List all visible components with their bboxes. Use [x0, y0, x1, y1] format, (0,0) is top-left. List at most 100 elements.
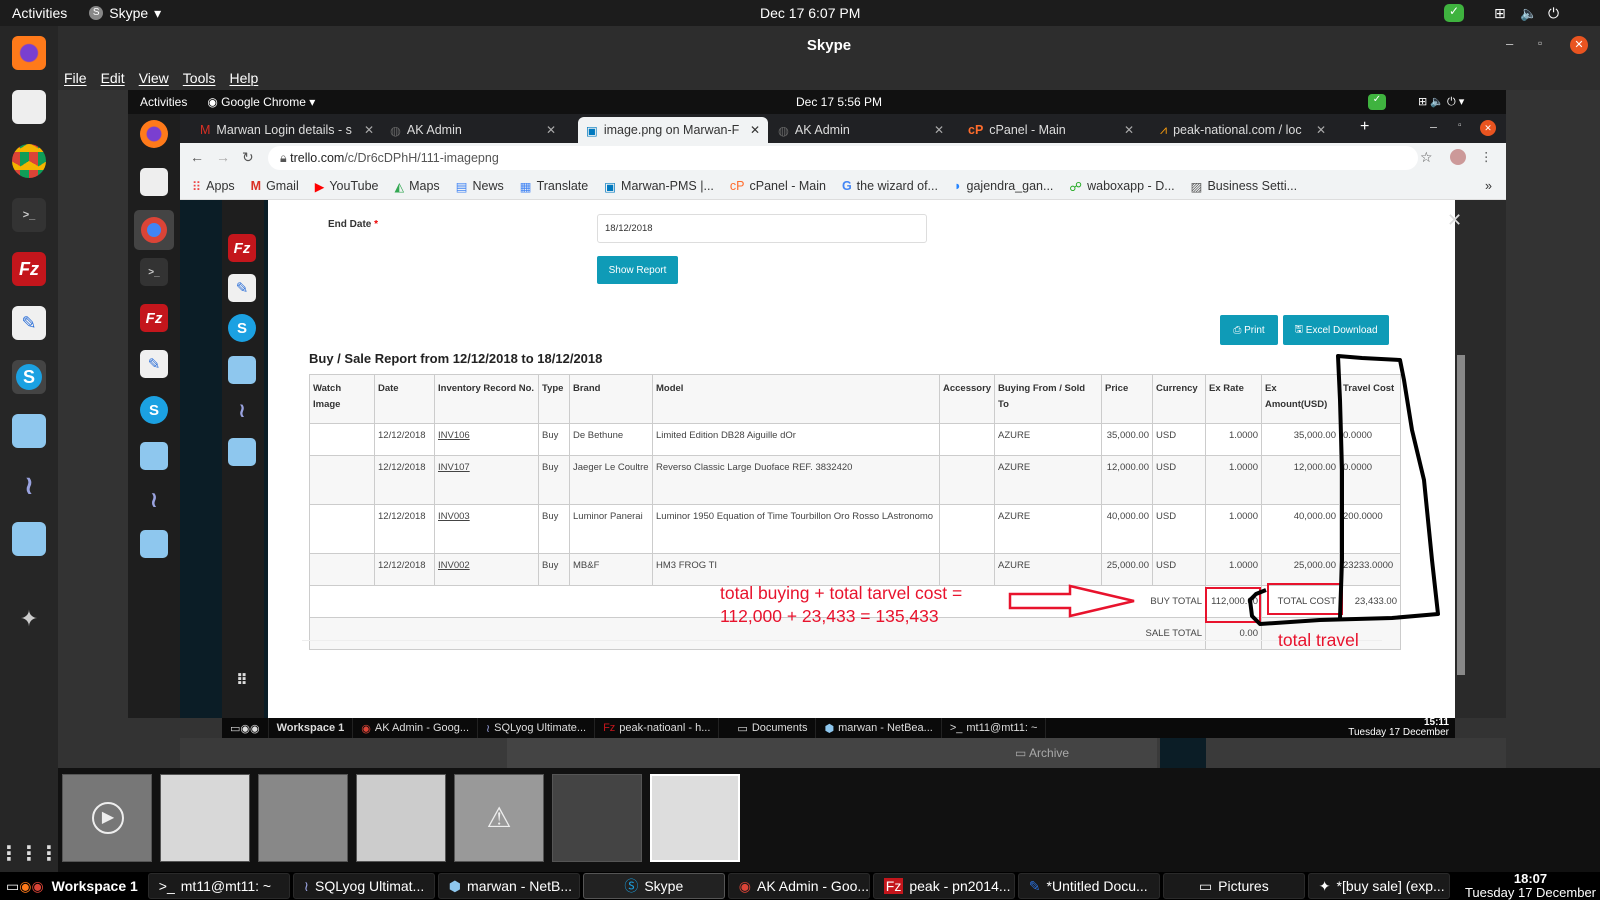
- launcher-icons[interactable]: ▭◉◉: [6, 878, 44, 895]
- activities-button[interactable]: Activities: [12, 5, 67, 21]
- app-menu[interactable]: S Skype ▾: [89, 5, 161, 22]
- bookmark-business[interactable]: ▨ Business Setti...: [1191, 179, 1297, 194]
- tab[interactable]: ◍ AK Admin ✕: [382, 117, 564, 143]
- video-thumbnail[interactable]: ▶: [62, 774, 152, 862]
- tab-active[interactable]: ▣ image.png on Marwan-F ✕: [578, 117, 768, 143]
- more-bookmarks-icon[interactable]: »: [1485, 179, 1492, 193]
- new-tab-button[interactable]: +: [1360, 118, 1369, 136]
- maximize-button[interactable]: ▫: [1538, 36, 1542, 50]
- nested-maximize[interactable]: ▫: [1458, 120, 1462, 131]
- task-sqlyog[interactable]: ≀ SQLyog Ultimat...: [292, 873, 435, 899]
- firefox-icon[interactable]: [12, 36, 46, 70]
- tab[interactable]: M Marwan Login details - s ✕: [192, 117, 382, 143]
- image-thumbnail[interactable]: [258, 774, 348, 862]
- check-icon[interactable]: ✓: [1444, 4, 1464, 22]
- sale-total: 0.00: [1205, 617, 1262, 650]
- inventory-link[interactable]: INV002: [434, 553, 539, 586]
- back-icon[interactable]: ←: [190, 149, 204, 165]
- app-grid-icon[interactable]: ⋮⋮⋮: [0, 836, 59, 870]
- skype-dock-icon[interactable]: S: [12, 360, 46, 394]
- bookmark-wizard[interactable]: Gthe wizard of...: [842, 179, 938, 193]
- chrome-icon[interactable]: [12, 144, 46, 178]
- task-gimp[interactable]: ✦ *[buy sale] (exp...: [1307, 873, 1450, 899]
- tab-close-icon[interactable]: ✕: [546, 123, 556, 137]
- network-icon[interactable]: ⊞: [1494, 5, 1506, 22]
- taskbar-clock[interactable]: 18:07 Tuesday 17 December: [1465, 872, 1596, 900]
- menu-file[interactable]: File: [64, 70, 87, 86]
- warning-thumbnail[interactable]: ⚠: [454, 774, 544, 862]
- close-overlay-icon[interactable]: ✕: [1447, 210, 1462, 231]
- page-icon: ▨: [1190, 179, 1203, 194]
- power-icon[interactable]: ⏻: [1548, 5, 1559, 22]
- tab-close-icon[interactable]: ✕: [1124, 123, 1134, 137]
- inventory-link[interactable]: INV003: [434, 504, 539, 554]
- bookmark-news[interactable]: ▤ News: [456, 179, 504, 194]
- workspace-switcher[interactable]: Workspace 1: [52, 878, 138, 894]
- bookmark-star-icon[interactable]: ☆: [1420, 149, 1433, 166]
- menu-edit[interactable]: Edit: [101, 70, 125, 86]
- table-cell: 12,000.00: [1101, 455, 1153, 505]
- menu-tools[interactable]: Tools: [183, 70, 216, 86]
- bookmark-waboxapp[interactable]: ☍ waboxapp - D...: [1069, 179, 1174, 194]
- column-header: Ex Rate: [1205, 374, 1262, 424]
- inventory-link[interactable]: INV107: [434, 455, 539, 505]
- task-terminal[interactable]: >_ mt11@mt11: ~: [147, 873, 290, 899]
- bookmark-gajendra[interactable]: ◗ gajendra_gan...: [954, 179, 1053, 193]
- clock[interactable]: Dec 17 6:07 PM: [760, 5, 860, 21]
- task-chrome[interactable]: ◉ AK Admin - Goo...: [727, 873, 870, 899]
- image-thumbnail[interactable]: [356, 774, 446, 862]
- tab-close-icon[interactable]: ✕: [750, 123, 760, 137]
- nested-minimize[interactable]: –: [1430, 120, 1437, 134]
- menu-help[interactable]: Help: [229, 70, 258, 86]
- image-thumbnail[interactable]: [552, 774, 642, 862]
- image-thumbnail[interactable]: [160, 774, 250, 862]
- show-report-button[interactable]: Show Report: [597, 256, 678, 284]
- bookmark-marwan-pms[interactable]: ▣ Marwan-PMS |...: [604, 179, 714, 194]
- netbeans-icon[interactable]: [12, 414, 46, 448]
- tab-close-icon[interactable]: ✕: [1316, 123, 1326, 137]
- inventory-link[interactable]: INV106: [434, 423, 539, 456]
- sqlyog-icon[interactable]: ≀: [12, 468, 46, 502]
- scrollbar[interactable]: [1457, 355, 1465, 675]
- url-field[interactable]: 🔒︎ trello.com/c/Dr6cDPhH/111-imagepng: [268, 146, 1418, 170]
- netbeans-icon-2[interactable]: [12, 522, 46, 556]
- tab[interactable]: ◍ AK Admin ✕: [770, 117, 952, 143]
- profile-avatar[interactable]: [1450, 149, 1466, 165]
- bookmark-youtube[interactable]: ▶ YouTube: [315, 179, 379, 194]
- task-skype[interactable]: Ⓢ Skype: [582, 873, 725, 899]
- bookmark-maps[interactable]: ◭ Maps: [394, 179, 439, 194]
- lock-icon: 🔒︎: [280, 151, 291, 165]
- tab[interactable]: ⩘ peak-national.com / loc ✕: [1152, 117, 1334, 143]
- text-editor-icon[interactable]: ✎: [12, 306, 46, 340]
- nested-close[interactable]: ✕: [1480, 120, 1496, 136]
- files-icon[interactable]: [12, 90, 46, 124]
- bookmark-translate[interactable]: ▦ Translate: [520, 179, 588, 194]
- excel-download-button[interactable]: 🖫 Excel Download: [1283, 315, 1389, 345]
- print-button[interactable]: ⎙ Print: [1220, 315, 1278, 345]
- printer-icon: ⎙: [1233, 324, 1245, 336]
- forward-icon[interactable]: →: [216, 149, 230, 165]
- end-date-input[interactable]: 18/12/2018: [597, 214, 927, 243]
- table-cell: AZURE: [994, 455, 1102, 505]
- chrome-menu-icon[interactable]: ⋮: [1480, 149, 1493, 164]
- filezilla-icon[interactable]: Fz: [12, 252, 46, 286]
- bookmark-apps[interactable]: ⠿ Apps: [192, 179, 235, 194]
- task-pictures[interactable]: ▭ Pictures: [1162, 873, 1305, 899]
- image-thumbnail-selected[interactable]: [650, 774, 740, 862]
- tab[interactable]: cP cPanel - Main ✕: [960, 117, 1142, 143]
- bookmark-gmail[interactable]: M Gmail: [251, 179, 299, 193]
- task-netbeans[interactable]: ⬢ marwan - NetB...: [437, 873, 580, 899]
- gimp-icon[interactable]: ✦: [12, 602, 46, 636]
- folder-icon: ▭: [1198, 877, 1213, 894]
- menu-view[interactable]: View: [139, 70, 169, 86]
- bookmark-cpanel[interactable]: cP cPanel - Main: [730, 179, 826, 193]
- tab-close-icon[interactable]: ✕: [364, 123, 374, 137]
- minimize-button[interactable]: –: [1506, 36, 1513, 51]
- task-text-editor[interactable]: ✎ *Untitled Docu...: [1017, 873, 1160, 899]
- reload-icon[interactable]: ↻: [242, 149, 254, 166]
- terminal-icon[interactable]: >_: [12, 198, 46, 232]
- close-button[interactable]: ✕: [1570, 36, 1588, 54]
- task-filezilla[interactable]: Fz peak - pn2014...: [872, 873, 1015, 899]
- volume-icon[interactable]: 🔈: [1520, 5, 1537, 22]
- tab-close-icon[interactable]: ✕: [934, 123, 944, 137]
